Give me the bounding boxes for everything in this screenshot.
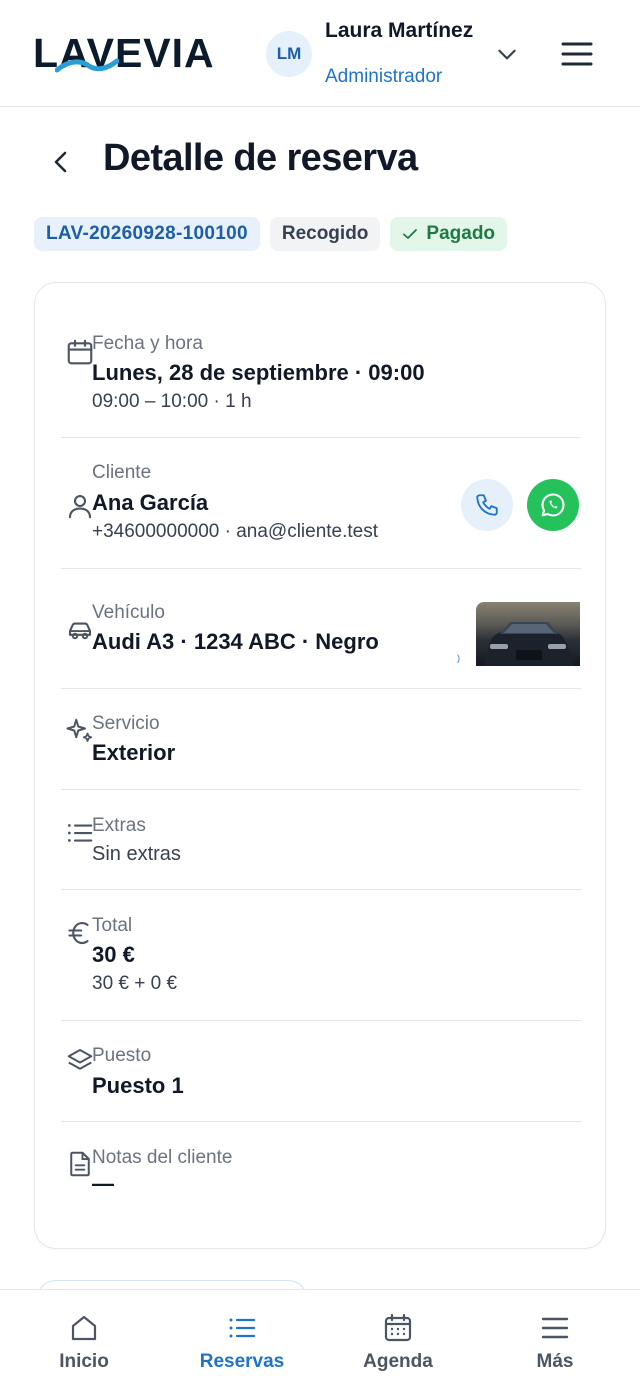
date-label: Fecha y hora (92, 333, 203, 354)
car-photo-image (484, 622, 574, 666)
nav-label-inicio: Inicio (59, 1351, 109, 1372)
layers-icon (67, 1049, 93, 1070)
chevron-down-icon[interactable] (494, 41, 520, 67)
divider (61, 889, 581, 890)
extras-label: Extras (92, 815, 146, 836)
nav-item-mas[interactable]: Más (475, 1290, 635, 1385)
divider (61, 1121, 581, 1122)
car-icon (68, 622, 92, 640)
service-label: Servicio (92, 713, 160, 734)
vehicle-label: Vehículo (92, 602, 165, 623)
bottom-navigation: Inicio Reservas Agenda Más (0, 1289, 640, 1385)
document-icon (70, 1151, 90, 1177)
bay-value: Puesto 1 (92, 1073, 184, 1098)
vehicle-value: Audi A3 · 1234 ABC · Negro (92, 629, 379, 654)
divider (61, 568, 581, 569)
total-breakdown: 30 € + 0 € (92, 973, 178, 994)
avatar[interactable]: LM (266, 31, 312, 77)
hamburger-menu-icon[interactable] (560, 38, 594, 70)
notes-label: Notas del cliente (92, 1147, 233, 1168)
nav-item-inicio[interactable]: Inicio (4, 1290, 164, 1385)
service-value: Exterior (92, 740, 176, 765)
divider (61, 688, 581, 689)
nav-item-reservas[interactable]: Reservas (162, 1290, 322, 1385)
user-role: Administrador (325, 66, 443, 87)
nav-label-agenda: Agenda (363, 1351, 433, 1372)
extras-value: Sin extras (92, 843, 181, 865)
call-client-button[interactable] (461, 479, 513, 531)
total-value: 30 € (92, 942, 135, 967)
reservation-detail-card: Fecha y hora Lunes, 28 de septiembre · 0… (34, 282, 606, 1249)
whatsapp-client-button[interactable] (527, 479, 579, 531)
user-name[interactable]: Laura Martínez (325, 18, 475, 43)
whatsapp-icon (541, 493, 565, 517)
reservation-code-badge: LAV-20260928-100100 (34, 217, 260, 251)
client-contact: +34600000000 · ana@cliente.test (92, 521, 379, 542)
logo-wave-icon (55, 58, 119, 73)
divider (61, 1020, 581, 1021)
bay-label: Puesto (92, 1045, 152, 1066)
list-icon (68, 824, 93, 842)
calendar-icon (384, 1313, 412, 1342)
euro-icon (68, 921, 89, 945)
top-app-bar: LAVEVIA LM Laura Martínez Administrador (0, 0, 640, 107)
divider (61, 789, 581, 790)
status-badge: Recogido (269, 217, 381, 251)
back-chevron-icon[interactable] (46, 146, 76, 178)
notes-value: — (92, 1171, 114, 1196)
date-value: Lunes, 28 de septiembre · 09:00 (92, 360, 425, 385)
sparkles-icon (66, 718, 93, 742)
check-icon (403, 229, 418, 239)
user-icon (68, 494, 92, 519)
page-title: Detalle de reserva (103, 137, 418, 179)
client-label: Cliente (92, 462, 152, 483)
total-label: Total (92, 915, 133, 936)
vehicle-photo[interactable] (476, 602, 580, 666)
list-icon (229, 1318, 256, 1338)
divider (61, 437, 581, 438)
nav-label-mas: Más (536, 1351, 574, 1372)
menu-icon (541, 1317, 569, 1339)
vehicle-photo-indicator: ) (457, 653, 460, 663)
nav-label-reservas: Reservas (199, 1351, 285, 1372)
brand-logo[interactable]: LAVEVIA (33, 30, 215, 76)
home-icon (71, 1315, 97, 1341)
calendar-icon (67, 339, 93, 365)
client-name: Ana García (92, 490, 209, 515)
payment-badge-label: Pagado (426, 223, 496, 244)
phone-icon (476, 494, 498, 516)
status-badges: LAV-20260928-100100 Recogido Pagado (34, 217, 508, 251)
date-range: 09:00 – 10:00 · 1 h (92, 391, 252, 412)
nav-item-agenda[interactable]: Agenda (318, 1290, 478, 1385)
payment-badge: Pagado (390, 217, 508, 251)
